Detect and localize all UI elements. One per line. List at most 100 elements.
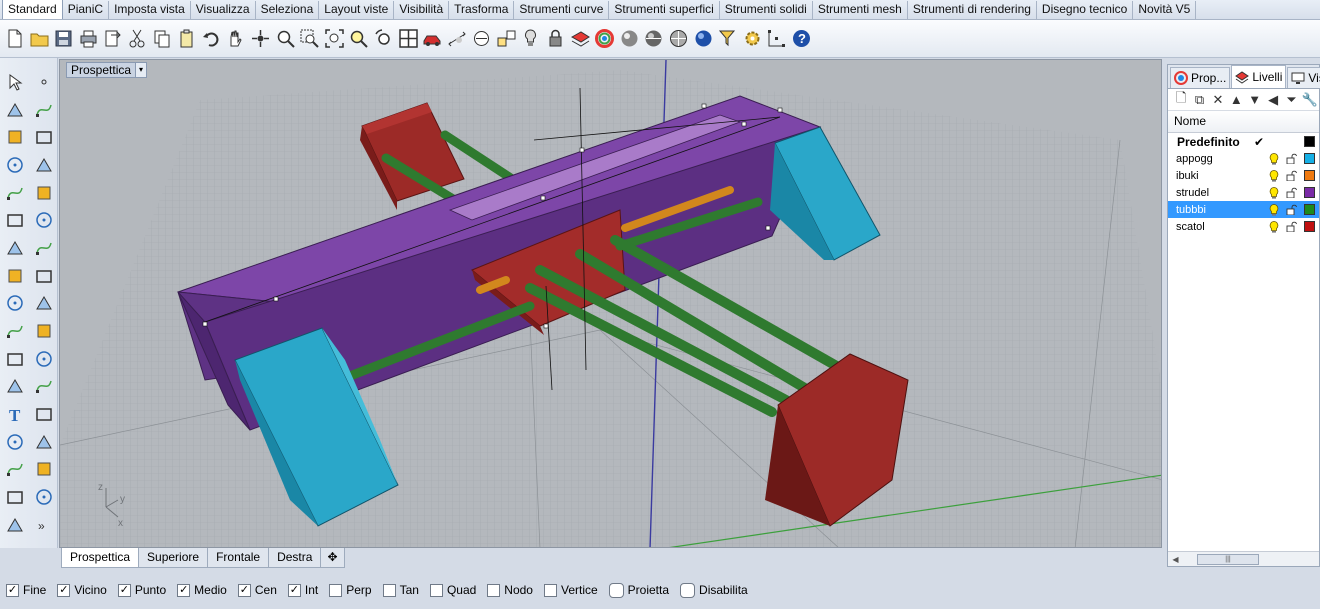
viewport-tab-prospettica[interactable]: Prospettica [61, 548, 140, 568]
layer-color-swatch[interactable] [1304, 221, 1315, 232]
import-icon[interactable] [101, 26, 124, 52]
dimension-icon[interactable] [446, 26, 469, 52]
extrude-icon[interactable] [29, 317, 58, 345]
menu-tab-pianic[interactable]: PianiC [63, 1, 110, 19]
osnap-checkbox[interactable]: ✓ [237, 583, 251, 597]
light-icon[interactable] [29, 456, 58, 484]
more-icon[interactable]: » [29, 511, 58, 539]
explode-icon[interactable] [0, 290, 29, 318]
copy-icon[interactable] [151, 26, 174, 52]
menu-tab-visualizza[interactable]: Visualizza [191, 1, 256, 19]
menu-tab-layout-viste[interactable]: Layout viste [319, 1, 395, 19]
menu-tab-strumenti-solidi[interactable]: Strumenti solidi [720, 1, 813, 19]
panel-horizontal-scrollbar[interactable]: ◀ ||| [1168, 551, 1319, 566]
grid-snap-icon[interactable] [765, 26, 788, 52]
menu-tab-strumenti-di-rendering[interactable]: Strumenti di rendering [908, 1, 1037, 19]
osnap-punto[interactable]: ✓ Punto [117, 583, 166, 597]
sweep-icon[interactable] [29, 206, 58, 234]
cut-icon[interactable] [126, 26, 149, 52]
dim-icon[interactable] [29, 483, 58, 511]
ellipse-icon[interactable] [29, 123, 58, 151]
layer-row-scatol[interactable]: scatol [1168, 218, 1319, 235]
polyline-icon[interactable] [0, 96, 29, 124]
rotate-view-icon[interactable] [249, 26, 272, 52]
pan-hand-icon[interactable] [224, 26, 247, 52]
rendered-sphere-icon[interactable] [642, 26, 665, 52]
osnap-tan[interactable]: Tan [382, 583, 419, 597]
osnap-checkbox[interactable]: ✓ [117, 583, 131, 597]
surface-plane-icon[interactable] [0, 206, 29, 234]
osnap-quad[interactable]: Quad [429, 583, 476, 597]
layer-row-appogg[interactable]: appogg [1168, 150, 1319, 167]
osnap-checkbox[interactable]: ✓ [287, 583, 301, 597]
text-icon[interactable]: T [0, 400, 29, 428]
transform-icon[interactable] [29, 400, 58, 428]
layer-unlocked-icon[interactable] [1286, 221, 1297, 232]
menu-tab-strumenti-superfici[interactable]: Strumenti superfici [609, 1, 720, 19]
spheres-icon[interactable] [29, 234, 58, 262]
layer-unlocked-icon[interactable] [1286, 153, 1297, 164]
layer-list-header[interactable]: Nome [1168, 111, 1319, 133]
block-icon[interactable] [0, 456, 29, 484]
layer-name[interactable]: ibuki [1176, 170, 1199, 182]
viewport-tab-destra[interactable]: Destra [268, 548, 322, 568]
layer-row-ibuki[interactable]: ibuki [1168, 167, 1319, 184]
osnap-disabilita[interactable]: Disabilita [680, 582, 748, 598]
open-folder-icon[interactable] [28, 26, 51, 52]
mesh-icon[interactable] [29, 262, 58, 290]
osnap-vertice[interactable]: Vertice [543, 583, 598, 597]
new-file-icon[interactable] [3, 26, 26, 52]
layer-visible-bulb-icon[interactable] [1269, 187, 1279, 199]
menu-tab-strumenti-curve[interactable]: Strumenti curve [514, 1, 610, 19]
menu-tab-trasforma[interactable]: Trasforma [449, 1, 515, 19]
snap-point-icon[interactable] [495, 26, 518, 52]
move-left-icon[interactable]: ◀ [1264, 91, 1282, 109]
move-up-icon[interactable]: ▲ [1227, 91, 1245, 109]
menu-tab-standard[interactable]: Standard [2, 0, 63, 19]
menu-tab-novit-v5[interactable]: Novità V5 [1133, 1, 1197, 19]
layer-name[interactable]: scatol [1176, 221, 1205, 233]
osnap-checkbox[interactable] [543, 583, 557, 597]
perspective-viewport[interactable]: Prospettica ▾ z y x [59, 59, 1162, 548]
viewport-menu-arrow[interactable]: ▾ [135, 63, 147, 77]
osnap-proietta[interactable]: Proietta [608, 582, 669, 598]
osnap-int[interactable]: ✓ Int [287, 583, 318, 597]
zoom-window-icon[interactable] [298, 26, 321, 52]
select-arrow-icon[interactable] [0, 68, 29, 96]
menu-tab-seleziona[interactable]: Seleziona [256, 1, 320, 19]
layer-row-strudel[interactable]: strudel [1168, 184, 1319, 201]
boolean-icon[interactable] [29, 290, 58, 318]
car-icon[interactable] [421, 26, 444, 52]
light-bulb-icon[interactable] [519, 26, 542, 52]
polygon-icon[interactable] [0, 179, 29, 207]
group-icon[interactable] [29, 345, 58, 373]
osnap-checkbox[interactable]: ✓ [177, 583, 191, 597]
zoom-icon[interactable] [274, 26, 297, 52]
help-icon[interactable]: ? [790, 26, 813, 52]
osnap-checkbox[interactable] [487, 583, 501, 597]
scroll-thumb[interactable]: ||| [1197, 553, 1259, 565]
circle-icon[interactable] [0, 123, 29, 151]
osnap-cen[interactable]: ✓ Cen [237, 583, 277, 597]
blue-sphere-icon[interactable] [692, 26, 715, 52]
arc-icon[interactable] [0, 151, 29, 179]
layer-color-swatch[interactable] [1304, 170, 1315, 181]
osnap-medio[interactable]: ✓ Medio [177, 583, 227, 597]
osnap-checkbox[interactable] [680, 582, 696, 598]
line-segment-icon[interactable] [29, 96, 58, 124]
tools-menu-icon[interactable]: 🔧 [1301, 91, 1319, 109]
layer-visible-bulb-icon[interactable] [1269, 204, 1279, 216]
offset-icon[interactable] [0, 345, 29, 373]
ghosted-sphere-icon[interactable] [667, 26, 690, 52]
osnap-checkbox[interactable] [329, 583, 343, 597]
print-icon[interactable] [77, 26, 100, 52]
array-icon[interactable] [0, 428, 29, 456]
layer-name[interactable]: strudel [1176, 187, 1209, 199]
layer-unlocked-icon[interactable] [1286, 170, 1297, 181]
panel-tab-vis[interactable]: Vis [1287, 67, 1320, 88]
shaded-sphere-icon[interactable] [618, 26, 641, 52]
layer-name[interactable]: Predefinito [1177, 135, 1240, 149]
color-wheel-icon[interactable] [593, 26, 616, 52]
osnap-perp[interactable]: Perp [329, 583, 372, 597]
layer-name[interactable]: appogg [1176, 153, 1213, 165]
